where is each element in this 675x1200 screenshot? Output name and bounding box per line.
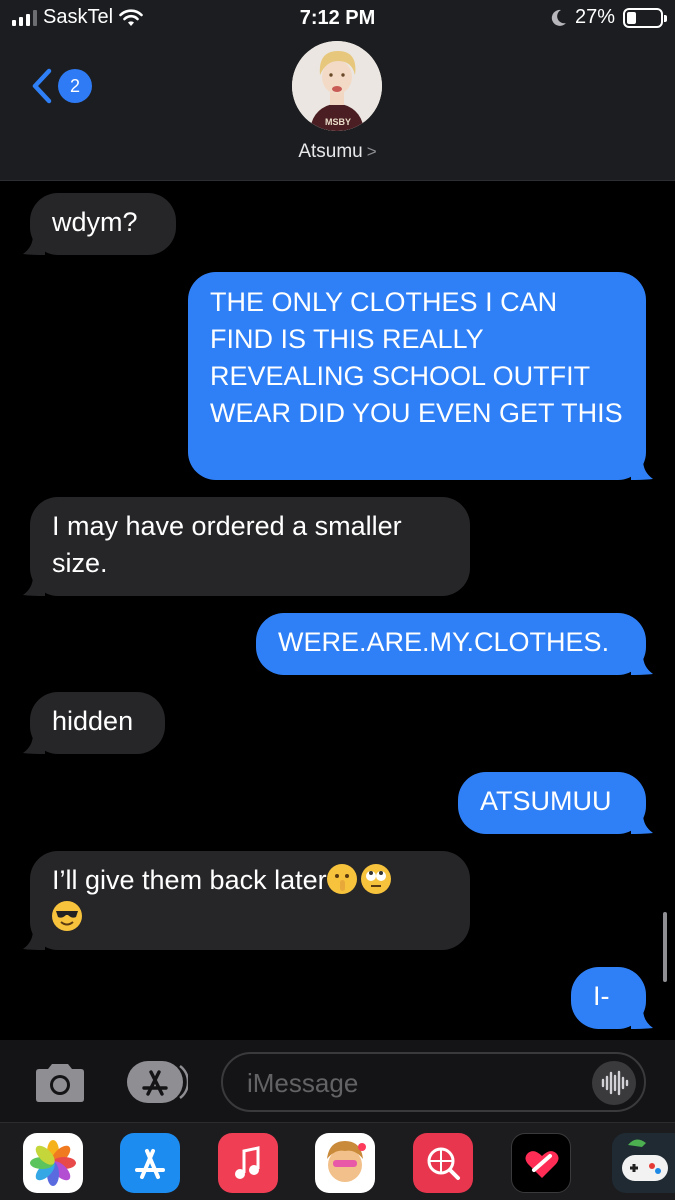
- message-text: I’ll give them back later: [52, 865, 327, 895]
- face-with-rolling-eyes-icon: [360, 864, 391, 894]
- incoming-message[interactable]: I’ll give them back later: [23, 851, 470, 950]
- battery-percent: 27%: [574, 6, 615, 28]
- contact-name-button[interactable]: Atsumu >: [0, 141, 675, 163]
- message-text: I may have ordered a smaller size.: [52, 511, 402, 578]
- message-text: ATSUMUU: [480, 786, 612, 816]
- digital-touch-icon[interactable]: [511, 1133, 571, 1193]
- message-input[interactable]: iMessage: [221, 1052, 646, 1112]
- message-placeholder: iMessage: [247, 1068, 359, 1098]
- contact-name: Atsumu: [298, 141, 363, 162]
- battery-icon: [623, 7, 667, 28]
- message-text: hidden: [52, 706, 134, 736]
- imessage-app-drawer: [0, 1122, 675, 1200]
- conversation-header: SaskTel 7:12 PM 27% 2 MSBY Atsumu >: [0, 0, 675, 181]
- game-controller-icon[interactable]: [612, 1133, 675, 1193]
- music-icon[interactable]: [218, 1133, 278, 1193]
- avatar[interactable]: MSBY: [292, 41, 382, 131]
- web-search-icon[interactable]: [413, 1133, 473, 1193]
- chevron-right-icon: >: [366, 142, 377, 161]
- outgoing-message[interactable]: WERE.ARE.MY.CLOTHES.: [256, 613, 653, 675]
- avatar-image: MSBY: [292, 41, 382, 131]
- incoming-message[interactable]: hidden: [23, 692, 165, 754]
- smiling-face-with-sunglasses-icon: [52, 901, 82, 931]
- waveform-icon[interactable]: [592, 1061, 636, 1105]
- camera-icon[interactable]: [32, 1062, 88, 1104]
- battery-area: 27%: [551, 6, 667, 29]
- svg-text:MSBY: MSBY: [325, 117, 351, 127]
- message-text: THE ONLY CLOTHES I CAN FIND IS THIS REAL…: [210, 287, 623, 428]
- outgoing-message[interactable]: THE ONLY CLOTHES I CAN FIND IS THIS REAL…: [188, 272, 653, 480]
- status-bar: SaskTel 7:12 PM 27%: [0, 0, 675, 38]
- unread-badge: 2: [58, 69, 92, 103]
- back-button[interactable]: 2: [30, 67, 92, 105]
- message-text: I-: [593, 981, 610, 1011]
- app-store-icon[interactable]: [126, 1060, 188, 1104]
- outgoing-message[interactable]: I-: [571, 967, 653, 1029]
- memoji-icon[interactable]: [315, 1133, 375, 1193]
- message-text: WERE.ARE.MY.CLOTHES.: [278, 627, 610, 657]
- chevron-left-icon: [32, 68, 52, 104]
- outgoing-message[interactable]: ATSUMUU: [458, 772, 653, 834]
- scrollbar[interactable]: [663, 912, 667, 982]
- app-store-icon[interactable]: [120, 1133, 180, 1193]
- message-text: wdym?: [52, 207, 138, 237]
- shushing-face-icon: [326, 864, 357, 894]
- compose-bar: iMessage: [0, 1040, 675, 1122]
- moon-icon: [551, 9, 566, 26]
- incoming-message[interactable]: I may have ordered a smaller size.: [23, 497, 470, 596]
- incoming-message[interactable]: wdym?: [23, 193, 176, 255]
- photos-icon[interactable]: [23, 1133, 83, 1193]
